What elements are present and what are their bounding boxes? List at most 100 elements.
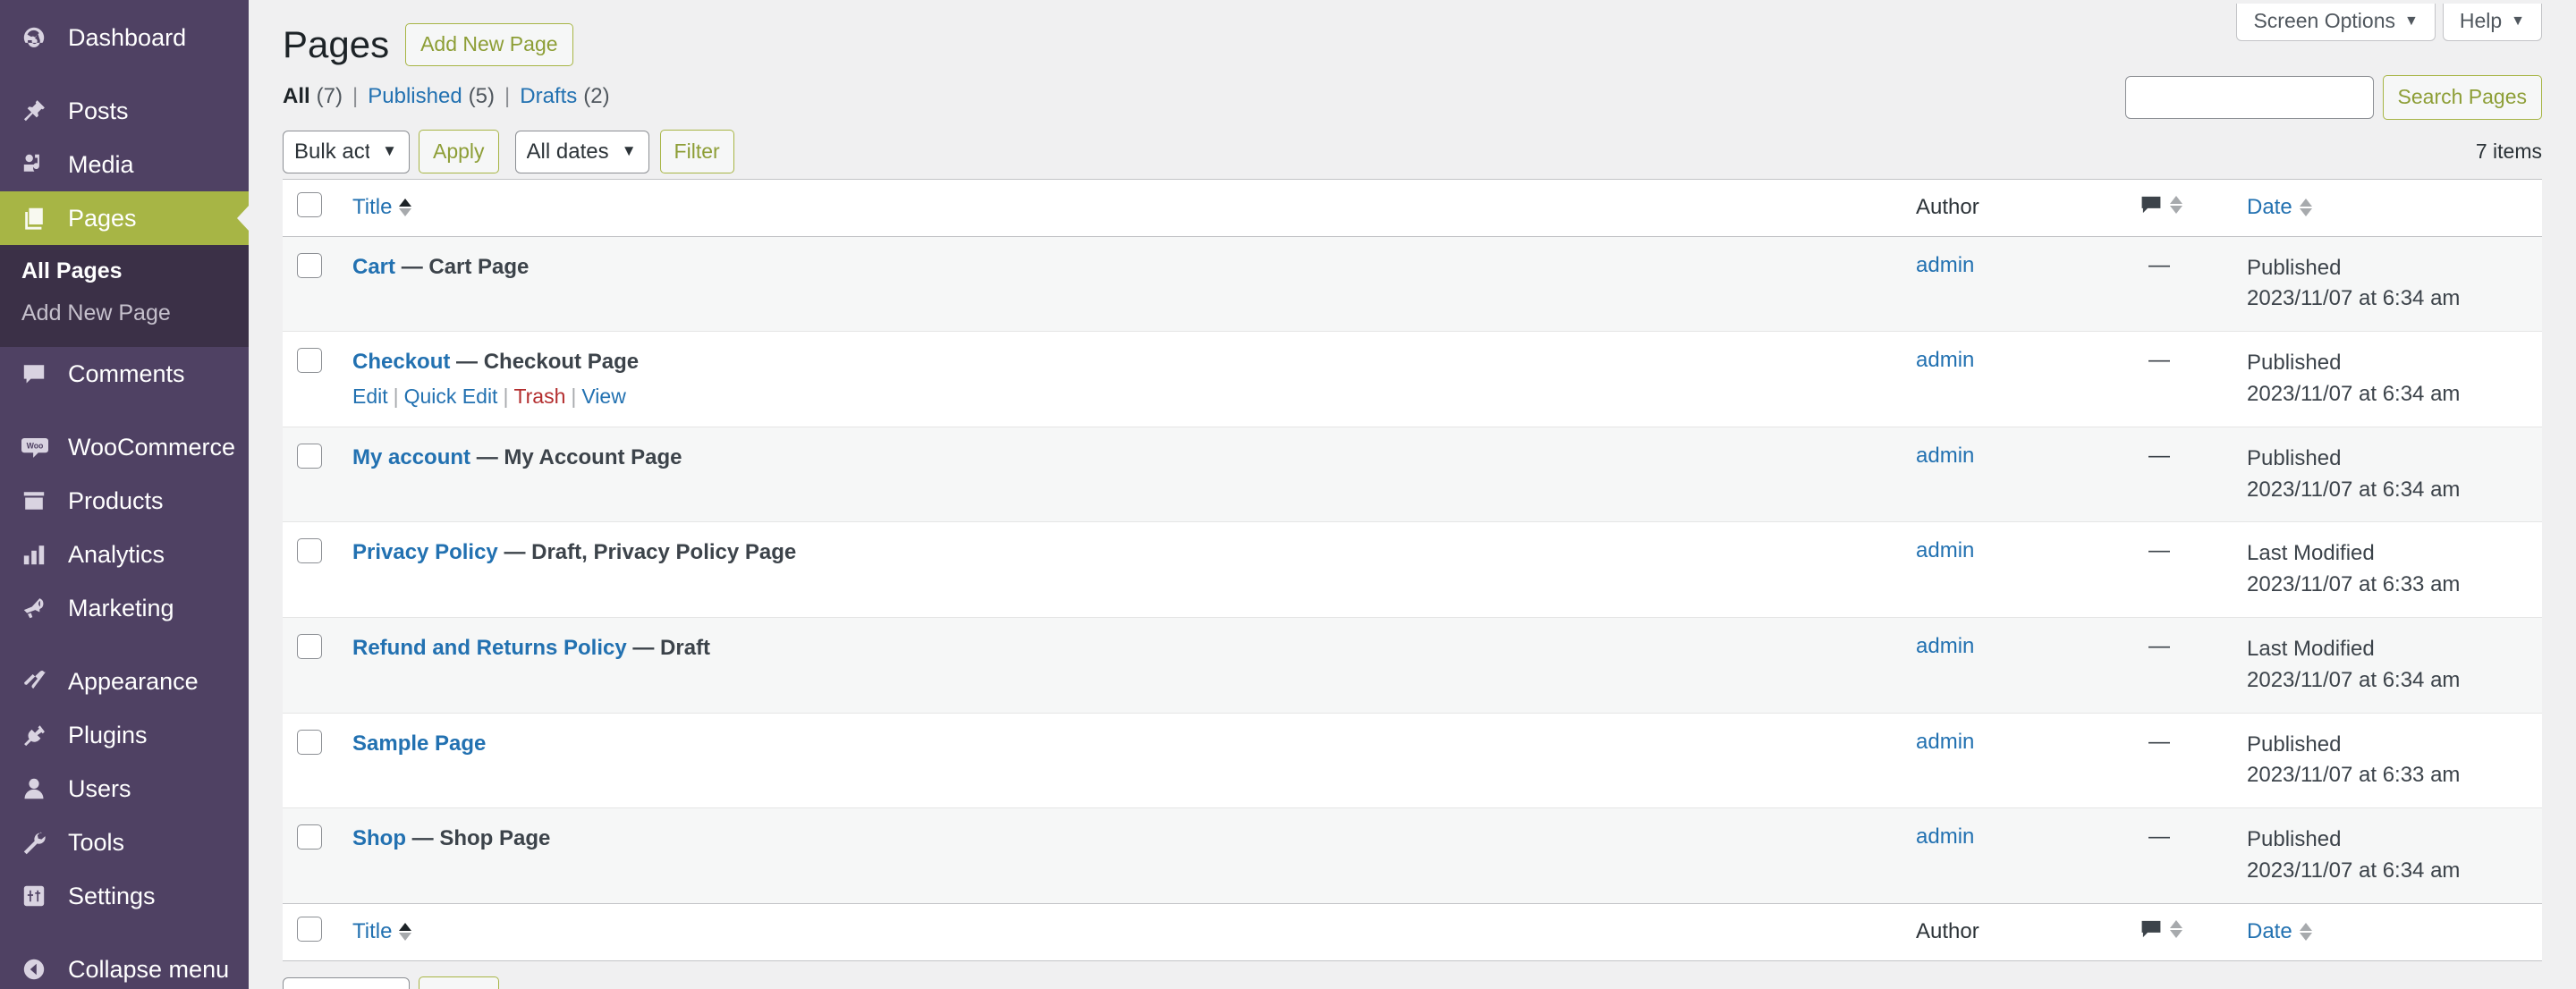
table-row[interactable]: Privacy Policy — Draft, Privacy Policy P… <box>283 522 2542 618</box>
sidebar-item-tools[interactable]: Tools <box>0 816 249 869</box>
row-author-cell: admin <box>1916 332 2140 427</box>
screen-options-button[interactable]: Screen Options ▼ <box>2236 4 2436 41</box>
table-row[interactable]: Cart — Cart Page admin — Published 2023/11/0… <box>283 236 2542 332</box>
sort-by-comments-link[interactable] <box>2140 193 2182 216</box>
search-pages-button[interactable]: Search Pages <box>2382 75 2542 120</box>
row-checkbox[interactable] <box>297 252 322 278</box>
sidebar-item-comments[interactable]: Comments <box>0 347 249 401</box>
bulk-actions-select-top[interactable]: Bulk actionsEditMove to Trash <box>283 130 410 173</box>
sort-by-title-link[interactable]: Title <box>352 195 412 220</box>
sidebar-item-appearance[interactable]: Appearance <box>0 655 249 708</box>
sidebar-item-products[interactable]: Products <box>0 474 249 528</box>
search-input[interactable] <box>2124 75 2374 119</box>
sidebar-item-settings[interactable]: Settings <box>0 869 249 923</box>
row-date-cell: Published 2023/11/07 at 6:34 am <box>2247 332 2542 427</box>
table-row[interactable]: My account — My Account Page admin — Publis… <box>283 427 2542 522</box>
sidebar-subitem-all-pages[interactable]: All Pages <box>0 250 249 292</box>
row-title-link[interactable]: Refund and Returns Policy <box>352 636 627 660</box>
row-checkbox[interactable] <box>297 348 322 374</box>
comments-column-header <box>2140 179 2247 237</box>
table-row[interactable]: Checkout — Checkout Page Edit | Quick Edit |… <box>283 332 2542 427</box>
sidebar-item-label: Tools <box>68 828 125 856</box>
table-footer-row: Title Author Date <box>283 902 2542 961</box>
sidebar-item-users[interactable]: Users <box>0 762 249 816</box>
sidebar-item-posts[interactable]: Posts <box>0 84 249 138</box>
select-all-checkbox[interactable] <box>297 191 322 217</box>
row-checkbox[interactable] <box>297 443 322 469</box>
table-row[interactable]: Shop — Shop Page admin — Published 2023/11/0… <box>283 807 2542 904</box>
sidebar-item-pages[interactable]: Pages <box>0 191 249 245</box>
select-all-checkbox-footer[interactable] <box>297 916 322 942</box>
row-author-link[interactable]: admin <box>1916 634 1974 658</box>
sidebar-item-label: Users <box>68 774 131 802</box>
sidebar-subitem-add-new-page[interactable]: Add New Page <box>0 292 249 334</box>
row-title-link[interactable]: Shop <box>352 826 406 850</box>
filter-link-published[interactable]: Published (5) <box>368 84 495 109</box>
row-author-link[interactable]: admin <box>1916 253 1974 277</box>
filter-link-drafts-item: | Drafts (2) <box>495 84 610 109</box>
pin-icon <box>21 98 57 123</box>
row-title-link[interactable]: Privacy Policy <box>352 540 498 564</box>
row-title-link[interactable]: Cart <box>352 255 395 279</box>
row-author-link[interactable]: admin <box>1916 824 1974 849</box>
filter-button[interactable]: Filter <box>659 129 734 174</box>
bulk-actions-select-bottom[interactable]: Bulk actionsEditMove to Trash <box>283 976 410 989</box>
row-author-link[interactable]: admin <box>1916 348 1974 372</box>
sidebar-item-analytics[interactable]: Analytics <box>0 528 249 581</box>
sort-by-date-link[interactable]: Date <box>2247 195 2312 220</box>
dashboard-icon <box>21 25 57 50</box>
row-action-quick-edit[interactable]: Quick Edit <box>404 385 498 408</box>
sidebar-item-media[interactable]: Media <box>0 138 249 191</box>
row-date-value: 2023/11/07 at 6:34 am <box>2247 477 2461 502</box>
row-author-link[interactable]: admin <box>1916 538 1974 562</box>
row-author-link[interactable]: admin <box>1916 444 1974 468</box>
row-comments-value: — <box>2148 443 2170 468</box>
row-checkbox[interactable] <box>297 729 322 755</box>
sidebar-item-marketing[interactable]: Marketing <box>0 581 249 635</box>
row-date-value: 2023/11/07 at 6:33 am <box>2247 763 2461 788</box>
collapse-menu-button[interactable]: Collapse menu <box>0 943 249 989</box>
row-comments-cell: — <box>2140 236 2247 332</box>
sort-by-comments-link-footer[interactable] <box>2140 917 2182 941</box>
sort-by-title-link-footer[interactable]: Title <box>352 919 412 944</box>
row-checkbox[interactable] <box>297 538 322 564</box>
row-checkbox[interactable] <box>297 633 322 659</box>
row-action-trash[interactable]: Trash <box>513 385 565 408</box>
row-author-link[interactable]: admin <box>1916 730 1974 754</box>
title-column-footer: Title <box>335 902 1916 961</box>
apply-button-top[interactable]: Apply <box>419 129 499 174</box>
screen-options-label: Screen Options <box>2253 9 2395 32</box>
row-title-link[interactable]: Checkout <box>352 350 450 374</box>
megaphone-icon <box>21 596 57 621</box>
sidebar-item-dashboard[interactable]: Dashboard <box>0 11 249 64</box>
row-action-edit[interactable]: Edit <box>352 385 388 408</box>
chevron-down-icon: ▼ <box>2404 13 2419 29</box>
chevron-down-icon: ▼ <box>2511 13 2525 29</box>
table-row[interactable]: Refund and Returns Policy — Draft admin — L… <box>283 617 2542 714</box>
filter-link-drafts[interactable]: Drafts (2) <box>520 84 609 109</box>
table-row[interactable]: Sample Page admin — Published 2023/11/07 at … <box>283 713 2542 808</box>
row-title-cell: Privacy Policy — Draft, Privacy Policy P… <box>335 522 1916 618</box>
add-new-page-button[interactable]: Add New Page <box>405 23 573 66</box>
apply-button-bottom[interactable]: Apply <box>419 976 499 989</box>
wrench-icon <box>21 830 57 855</box>
sort-by-date-link-footer[interactable]: Date <box>2247 919 2312 944</box>
date-column-footer: Date <box>2247 902 2542 961</box>
row-post-state: — Draft, Privacy Policy Page <box>504 540 797 565</box>
screen-meta-links: Screen Options ▼ Help ▼ <box>2236 4 2542 41</box>
row-date-status: Last Modified <box>2247 636 2375 661</box>
filter-link-all[interactable]: All (7) <box>283 84 343 109</box>
row-checkbox-cell <box>283 522 335 618</box>
row-checkbox[interactable] <box>297 824 322 850</box>
row-comments-value: — <box>2148 348 2170 373</box>
sidebar-item-woocommerce[interactable]: Woo WooCommerce <box>0 420 249 474</box>
sidebar-item-plugins[interactable]: Plugins <box>0 708 249 762</box>
row-checkbox-cell <box>283 713 335 808</box>
select-all-footer <box>283 902 335 961</box>
date-filter-select[interactable]: All datesNovember 2023 <box>514 130 649 173</box>
row-action-view[interactable]: View <box>581 385 625 408</box>
row-title-link[interactable]: Sample Page <box>352 731 486 756</box>
row-title-link[interactable]: My account <box>352 445 470 469</box>
help-button[interactable]: Help ▼ <box>2442 4 2542 41</box>
row-checkbox-cell <box>283 427 335 522</box>
